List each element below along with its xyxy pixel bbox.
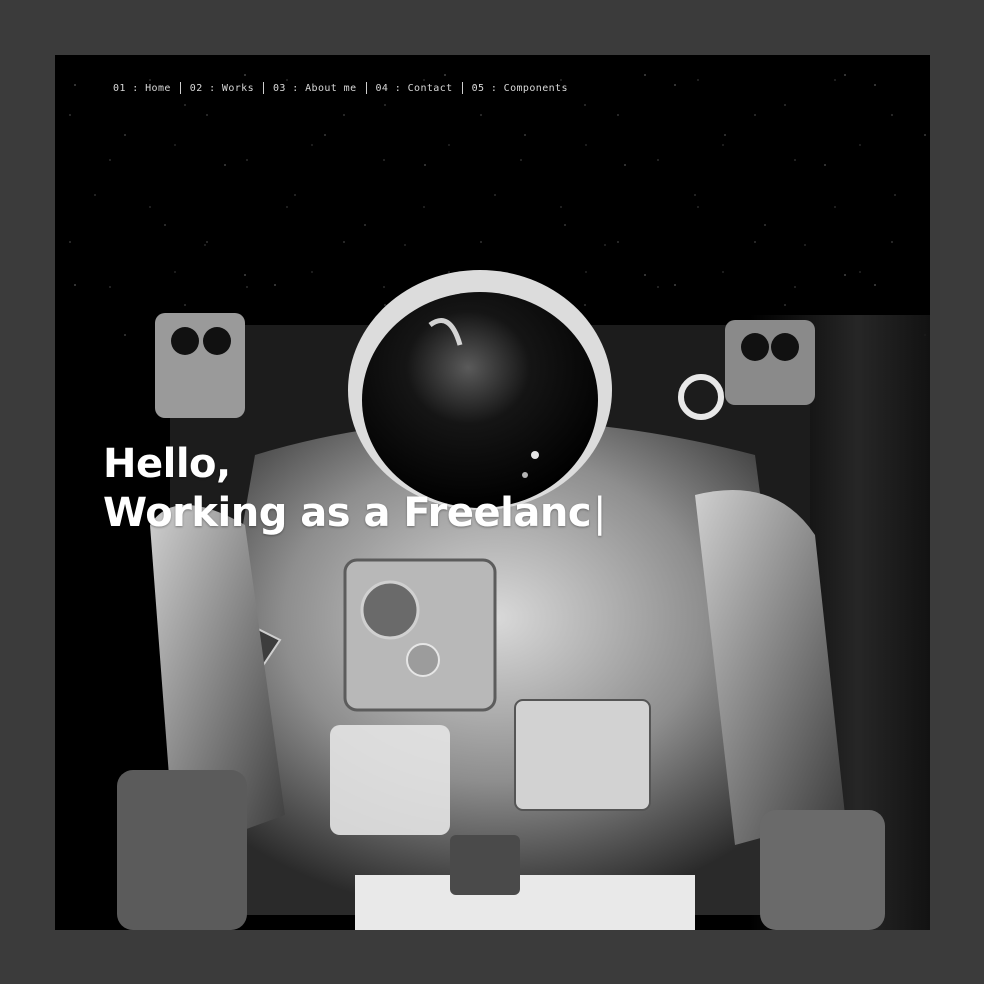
nav-item-separator: : (490, 82, 498, 94)
nav-item-components[interactable]: 05 : Components (472, 83, 568, 94)
main-nav: 01 : Home 02 : Works 03 : About me 04 : … (113, 82, 568, 94)
nav-item-number: 05 (471, 82, 485, 94)
hero-greeting: Hello, (103, 441, 231, 487)
hero-heading: Hello, Working as a Freelanc| (103, 440, 607, 538)
nav-divider (179, 82, 181, 94)
nav-item-number: 02 (189, 82, 203, 94)
nav-item-contact[interactable]: 04 : Contact (376, 83, 453, 94)
typing-cursor: | (593, 490, 607, 536)
nav-item-label: Components (503, 82, 568, 94)
nav-item-number: 03 (273, 82, 286, 94)
nav-item-label: Works (221, 82, 255, 94)
nav-item-label: Contact (407, 82, 453, 94)
nav-item-separator: : (292, 82, 299, 94)
nav-item-works[interactable]: 02 : Works (190, 83, 254, 94)
nav-item-about-me[interactable]: 03 : About me (273, 83, 356, 94)
nav-divider (365, 82, 367, 94)
nav-item-separator: : (209, 82, 216, 94)
nav-divider (461, 82, 463, 94)
hero-typed-line: Working as a Freelanc| (103, 489, 607, 538)
nav-item-separator: : (394, 82, 402, 94)
nav-item-label: Home (145, 82, 171, 94)
hero-typed-text: Working as a Freelanc (103, 490, 592, 536)
nav-item-label: About me (305, 82, 357, 94)
nav-item-number: 01 (113, 82, 126, 94)
nav-divider (263, 82, 265, 94)
nav-item-home[interactable]: 01 : Home (113, 83, 171, 94)
nav-item-separator: : (132, 82, 139, 94)
hero-frame: 01 : Home 02 : Works 03 : About me 04 : … (55, 55, 930, 930)
nav-item-number: 04 (375, 82, 389, 94)
